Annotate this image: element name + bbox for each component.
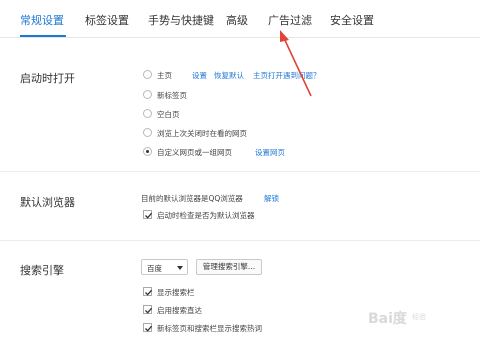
annotation-arrow-icon bbox=[280, 30, 312, 97]
baidu-watermark-sub: 经验 bbox=[412, 313, 426, 321]
baidu-watermark: Bai度 bbox=[368, 311, 407, 327]
